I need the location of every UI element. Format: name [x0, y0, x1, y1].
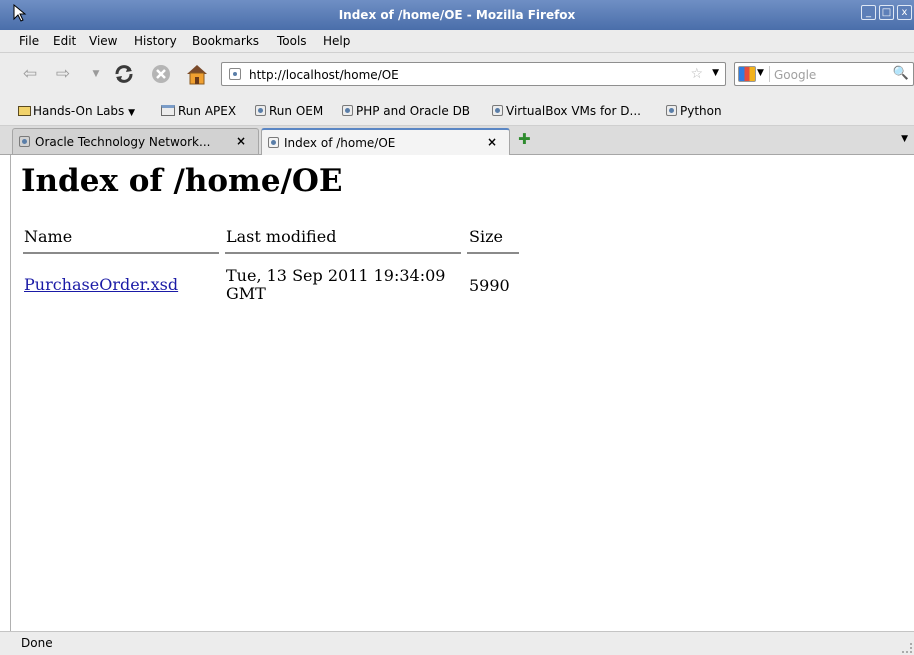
bookmark-hands-on-labs[interactable]: Hands-On Labs ▼ [18, 104, 135, 118]
column-rule [467, 252, 519, 254]
page-icon [268, 137, 279, 148]
resize-grip-icon[interactable] [902, 643, 912, 653]
menu-file[interactable]: File [19, 34, 39, 48]
last-modified-value: Tue, 13 Sep 2011 19:34:09 [226, 266, 446, 285]
search-engine-icon[interactable] [738, 66, 756, 82]
column-rule [225, 252, 461, 254]
column-header-last-modified: Last modified [226, 227, 337, 246]
menu-view[interactable]: View [89, 34, 117, 48]
search-separator [769, 66, 770, 82]
status-text: Done [21, 636, 53, 650]
bookmark-php-oracle[interactable]: PHP and Oracle DB [342, 104, 470, 118]
close-window-button[interactable]: x [897, 5, 912, 20]
bookmark-label: PHP and Oracle DB [356, 104, 471, 118]
tab-list-icon[interactable]: ▼ [901, 134, 908, 144]
tab-label: Index of /home/OE [284, 136, 396, 150]
page-icon [255, 105, 266, 116]
maximize-button[interactable]: □ [879, 5, 894, 20]
history-dropdown-icon[interactable]: ▼ [84, 63, 108, 85]
column-header-name: Name [24, 227, 73, 246]
url-bar[interactable]: http://localhost/home/OE ☆ ▼ [221, 62, 726, 86]
bookmark-run-oem[interactable]: Run OEM [255, 104, 323, 118]
minimize-button[interactable]: _ [861, 5, 876, 20]
page-icon [492, 105, 503, 116]
menu-edit[interactable]: Edit [53, 34, 76, 48]
close-tab-icon[interactable]: × [236, 134, 246, 148]
tab-oracle-technology-network[interactable]: Oracle Technology Network... × [12, 128, 259, 154]
bookmarks-toolbar: Hands-On Labs ▼ Run APEX Run OEM PHP and… [0, 97, 914, 126]
url-dropdown-icon[interactable]: ▼ [712, 68, 719, 78]
bookmark-label: Run OEM [269, 104, 324, 118]
page-icon [19, 136, 30, 147]
bookmark-run-apex[interactable]: Run APEX [161, 104, 236, 118]
column-header-size: Size [469, 227, 503, 246]
page-content: Index of /home/OE Name Last modified Siz… [10, 155, 914, 631]
page-favicon-icon [229, 68, 241, 80]
bookmark-star-icon[interactable]: ☆ [690, 66, 703, 82]
menu-history[interactable]: History [134, 34, 177, 48]
page-title: Index of /home/OE [21, 163, 343, 199]
page-icon [342, 105, 353, 116]
back-icon[interactable]: ⇦ [18, 63, 42, 85]
stop-icon[interactable] [149, 63, 173, 85]
menu-tools[interactable]: Tools [277, 34, 307, 48]
navigation-toolbar: ⇦ ⇨ ▼ http://localhost/home/OE ☆ ▼ ▼ Goo… [0, 53, 914, 98]
close-tab-icon[interactable]: × [487, 135, 497, 149]
reload-icon[interactable] [112, 63, 136, 85]
url-text[interactable]: http://localhost/home/OE [249, 68, 399, 82]
window-title: Index of /home/OE - Mozilla Firefox [338, 8, 576, 22]
tab-strip: Oracle Technology Network... × Index of … [0, 126, 914, 155]
page-icon [666, 105, 677, 116]
tab-index-home-oe[interactable]: Index of /home/OE × [261, 128, 510, 155]
bookmark-label: Hands-On Labs [33, 104, 125, 118]
search-icon[interactable]: 🔍 [893, 66, 909, 81]
search-input[interactable]: Google [774, 68, 816, 82]
search-engine-dropdown-icon[interactable]: ▼ [757, 68, 764, 78]
column-rule [23, 252, 219, 254]
chevron-down-icon: ▼ [128, 108, 136, 118]
menu-bar: File Edit View History Bookmarks Tools H… [0, 30, 914, 53]
home-icon[interactable] [185, 63, 209, 85]
bookmark-python[interactable]: Python [666, 104, 722, 118]
bookmark-label: VirtualBox VMs for D... [506, 104, 641, 118]
tab-label: Oracle Technology Network... [35, 135, 211, 149]
bookmark-virtualbox[interactable]: VirtualBox VMs for D... [492, 104, 641, 118]
menu-bookmarks[interactable]: Bookmarks [192, 34, 259, 48]
folder-icon [18, 106, 31, 116]
window-titlebar: Index of /home/OE - Mozilla Firefox _ □ … [0, 0, 914, 30]
new-tab-icon[interactable]: ✚ [518, 130, 531, 148]
bookmark-label: Run APEX [178, 104, 237, 118]
bookmark-label: Python [680, 104, 722, 118]
last-modified-value-timezone: GMT [226, 284, 266, 303]
size-value: 5990 [469, 276, 510, 295]
forward-icon[interactable]: ⇨ [51, 63, 75, 85]
status-bar: Done [0, 631, 914, 655]
menu-help[interactable]: Help [323, 34, 350, 48]
window-icon [161, 105, 175, 116]
file-link[interactable]: PurchaseOrder.xsd [24, 275, 178, 294]
search-box[interactable]: ▼ Google 🔍 [734, 62, 914, 86]
